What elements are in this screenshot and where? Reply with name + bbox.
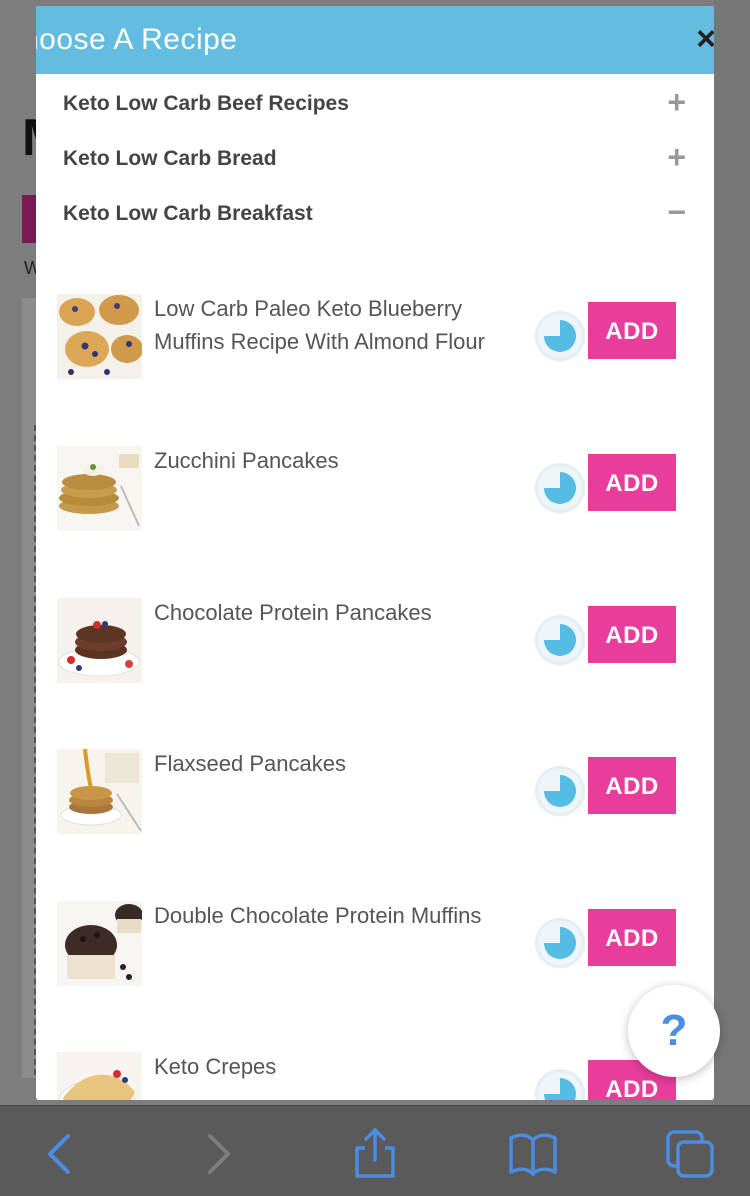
forward-icon[interactable] — [190, 1126, 246, 1182]
recipe-item: Zucchini Pancakes ADD — [36, 446, 714, 546]
timer-icon — [538, 314, 582, 358]
recipe-name[interactable]: Flaxseed Pancakes — [154, 747, 524, 780]
back-icon[interactable] — [34, 1126, 90, 1182]
background-right-edge — [714, 0, 750, 1105]
recipe-thumbnail-flaxseed-pancakes[interactable] — [57, 749, 142, 834]
collapse-icon[interactable]: − — [667, 196, 686, 228]
add-recipe-button[interactable]: ADD — [588, 606, 676, 663]
category-label: Keto Low Carb Beef Recipes — [63, 92, 349, 115]
recipe-thumbnail-blueberry-muffins[interactable] — [57, 294, 142, 379]
timer-icon — [538, 921, 582, 965]
add-recipe-button[interactable]: ADD — [588, 909, 676, 966]
category-bread[interactable]: Keto Low Carb Bread + — [36, 129, 714, 184]
add-recipe-button[interactable]: ADD — [588, 302, 676, 359]
add-recipe-button[interactable]: ADD — [588, 454, 676, 511]
recipe-item: Flaxseed Pancakes ADD — [36, 749, 714, 849]
recipe-name[interactable]: Zucchini Pancakes — [154, 444, 524, 477]
recipe-item: Double Chocolate Protein Muffins ADD — [36, 901, 714, 1001]
recipe-item: Low Carb Paleo Keto Blueberry Muffins Re… — [36, 294, 714, 394]
recipe-thumbnail-chocolate-pancakes[interactable] — [57, 598, 142, 683]
close-button[interactable]: × — [696, 20, 714, 59]
modal-title: hoose A Recipe — [36, 23, 238, 56]
recipe-item: Keto Crepes ADD — [36, 1052, 714, 1100]
category-breakfast[interactable]: Keto Low Carb Breakfast − — [36, 184, 714, 239]
expand-icon[interactable]: + — [667, 86, 686, 118]
recipe-thumbnail-chocolate-muffins[interactable] — [57, 901, 142, 986]
recipe-thumbnail-zucchini-pancakes[interactable] — [57, 446, 142, 531]
share-icon[interactable] — [347, 1126, 403, 1182]
bookmarks-icon[interactable] — [505, 1126, 561, 1182]
recipe-name[interactable]: Double Chocolate Protein Muffins — [154, 899, 524, 932]
recipe-name[interactable]: Keto Crepes — [154, 1050, 524, 1083]
modal-header: hoose A Recipe × — [36, 6, 714, 74]
recipe-item: Chocolate Protein Pancakes ADD — [36, 598, 714, 698]
help-button[interactable]: ? — [628, 985, 720, 1077]
add-recipe-button[interactable]: ADD — [588, 757, 676, 814]
browser-toolbar — [0, 1105, 750, 1196]
expand-icon[interactable]: + — [667, 141, 686, 173]
choose-recipe-modal: hoose A Recipe × Keto Low Carb Beef Reci… — [36, 6, 714, 1100]
tabs-icon[interactable] — [662, 1126, 718, 1182]
category-label: Keto Low Carb Bread — [63, 147, 277, 170]
recipe-name[interactable]: Chocolate Protein Pancakes — [154, 596, 524, 629]
timer-icon — [538, 769, 582, 813]
timer-icon — [538, 1072, 582, 1100]
timer-icon — [538, 618, 582, 662]
recipe-name[interactable]: Low Carb Paleo Keto Blueberry Muffins Re… — [154, 292, 524, 358]
recipe-thumbnail-keto-crepes[interactable] — [57, 1052, 142, 1100]
timer-icon — [538, 466, 582, 510]
category-beef[interactable]: Keto Low Carb Beef Recipes + — [36, 74, 714, 129]
category-label: Keto Low Carb Breakfast — [63, 202, 313, 225]
